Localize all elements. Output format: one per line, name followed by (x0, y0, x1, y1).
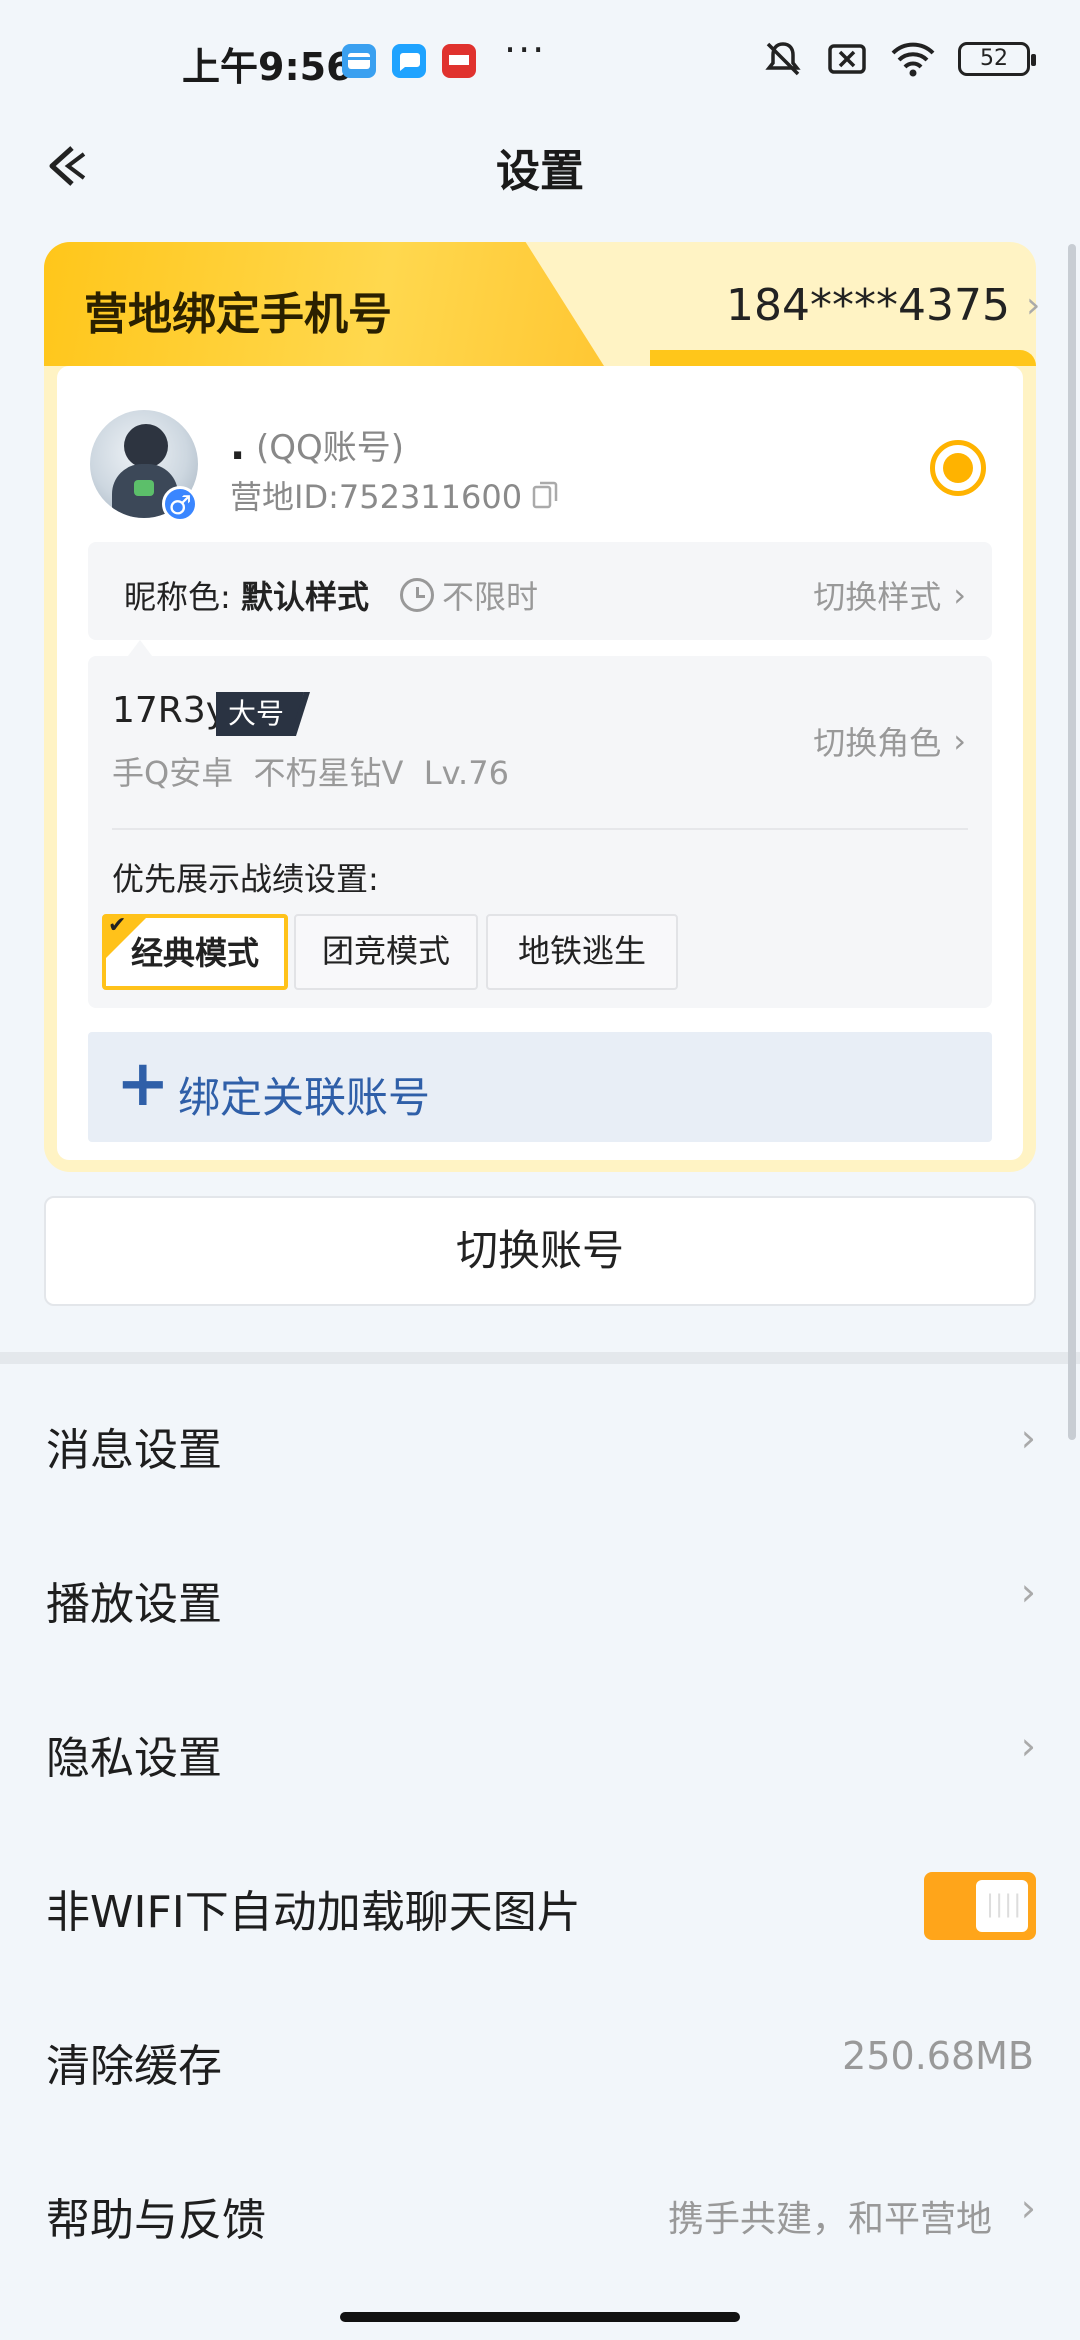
status-time: 上午9:56 (182, 45, 353, 89)
switch-style-button[interactable]: 切换样式 › (813, 572, 966, 618)
chevron-right-icon: › (1020, 1724, 1036, 1768)
main-account-badge: 大号 (216, 692, 305, 736)
nickname-style-row[interactable]: 昵称色: 默认样式 不限时 切换样式 › (88, 542, 992, 640)
style-duration: 不限时 (400, 572, 538, 618)
nickname-text: . (230, 423, 246, 469)
news-app-icon (442, 44, 476, 78)
switch-style-label: 切换样式 (813, 578, 942, 616)
chevron-right-icon: › (1020, 1570, 1036, 1614)
wallet-icon (342, 44, 376, 78)
mode-team-button[interactable]: 团竞模式 (294, 914, 478, 990)
cache-size: 250.68MB (842, 2034, 1034, 2078)
nickname: . (QQ账号) (230, 420, 404, 469)
mode-label: 经典模式 (130, 934, 259, 972)
auto-load-images-row: 非WIFI下自动加载聊天图片 (0, 1832, 1080, 1972)
nickname-color-value: 默认样式 (240, 578, 369, 616)
nickname-color-label: 昵称色: 默认样式 (124, 572, 369, 618)
account-type: (QQ账号) (256, 428, 405, 468)
account-selected-radio[interactable] (930, 440, 986, 496)
check-icon: ✔ (108, 913, 127, 938)
mute-icon (765, 42, 801, 76)
row-label: 消息设置 (46, 1425, 222, 1476)
bind-related-account-button[interactable]: + 绑定关联账号 (88, 1032, 992, 1142)
switch-role-button[interactable]: 切换角色 › (813, 718, 966, 764)
role-info: 手Q安卓 不朽星钻V Lv.76 (112, 754, 509, 792)
chevron-right-icon: › (1025, 285, 1041, 326)
row-label: 帮助与反馈 (46, 2195, 266, 2246)
mode-classic-button[interactable]: ✔ 经典模式 (102, 914, 288, 990)
help-feedback-row[interactable]: 帮助与反馈 携手共建，和平营地 › (0, 2140, 1080, 2280)
bind-phone-button[interactable]: 184****4375 › (726, 280, 1040, 331)
plus-icon: + (116, 1047, 170, 1121)
bind-related-label: 绑定关联账号 (178, 1073, 431, 1122)
no-sim-icon (828, 44, 866, 74)
more-notifications-icon: ··· (504, 28, 547, 72)
mode-label: 团竞模式 (321, 932, 450, 970)
auto-load-images-toggle[interactable] (924, 1872, 1036, 1940)
mode-label: 地铁逃生 (517, 932, 646, 970)
row-label: 隐私设置 (46, 1733, 222, 1784)
camp-id-text: 营地ID:752311600 (230, 478, 523, 516)
chat-bubble-icon (392, 44, 426, 78)
scrollbar[interactable] (1068, 244, 1076, 1440)
privacy-settings-row[interactable]: 隐私设置 › (0, 1678, 1080, 1818)
row-label: 播放设置 (46, 1579, 222, 1630)
home-indicator[interactable] (340, 2312, 740, 2322)
copy-icon[interactable] (532, 481, 558, 509)
message-settings-row[interactable]: 消息设置 › (0, 1370, 1080, 1510)
chevron-right-icon: › (953, 722, 966, 760)
bind-phone-label: 营地绑定手机号 (84, 289, 392, 340)
card-header-strip (650, 350, 1036, 366)
clear-cache-row[interactable]: 清除缓存 250.68MB (0, 1986, 1080, 2126)
role-name: 17R3y (112, 690, 228, 731)
chevron-right-icon: › (953, 576, 966, 614)
playback-settings-row[interactable]: 播放设置 › (0, 1524, 1080, 1664)
page-title: 设置 (496, 146, 584, 197)
row-label: 非WIFI下自动加载聊天图片 (46, 1887, 581, 1938)
male-gender-icon: ♂ (162, 486, 198, 522)
switch-role-label: 切换角色 (813, 724, 942, 762)
switch-account-button[interactable]: 切换账号 (44, 1196, 1036, 1306)
clock-icon (400, 578, 434, 612)
help-slogan: 携手共建，和平营地 (667, 2199, 992, 2240)
nickname-color-key: 昵称色: (124, 578, 231, 616)
priority-label: 优先展示战绩设置: (112, 860, 379, 898)
divider (112, 828, 968, 830)
style-duration-text: 不限时 (442, 578, 539, 616)
section-divider (0, 1352, 1080, 1364)
mode-metro-button[interactable]: 地铁逃生 (486, 914, 678, 990)
chevron-right-icon: › (1020, 2186, 1036, 2230)
chevron-right-icon: › (1020, 1416, 1036, 1460)
role-box: 17R3y 大号 手Q安卓 不朽星钻V Lv.76 切换角色 › 优先展示战绩设… (88, 640, 992, 1008)
row-label: 清除缓存 (46, 2041, 222, 2092)
battery-icon: 52 (958, 42, 1036, 76)
wifi-icon (891, 42, 935, 77)
status-bar: 上午9:56 ··· 52 (0, 0, 1080, 120)
bind-phone-number: 184****4375 (726, 280, 1010, 331)
camp-id: 营地ID:752311600 (230, 472, 558, 518)
